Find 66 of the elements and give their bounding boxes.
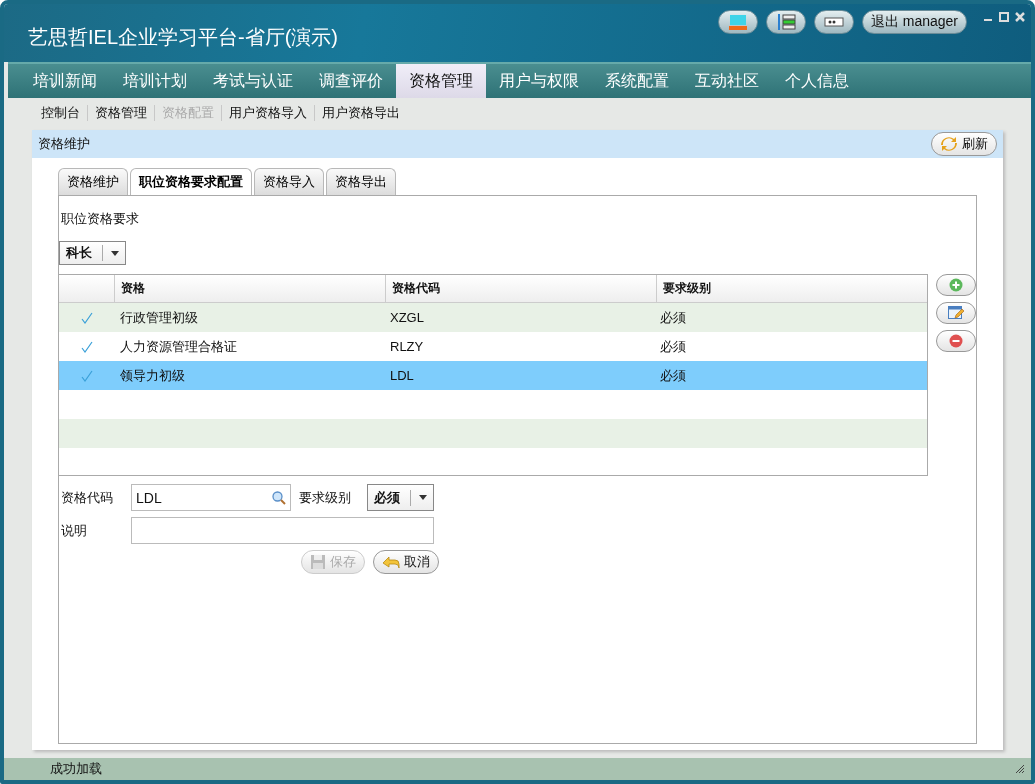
toolbar-button[interactable] [813, 10, 854, 34]
table-cell-text: RLZY [389, 338, 425, 356]
add-button[interactable] [936, 274, 976, 296]
table-cell-text: 必须 [659, 366, 687, 385]
header-cell-text: 要求级别 [662, 280, 712, 297]
table-cell-text: LDL [389, 367, 415, 385]
table-row[interactable]: 领导力初级 LDL 必须 [59, 361, 927, 390]
table-row[interactable]: 人力资源管理合格证 RLZY 必须 [59, 332, 927, 361]
save-icon [310, 554, 326, 570]
edit-button[interactable] [936, 302, 976, 324]
toolbar-button[interactable] [765, 10, 806, 34]
cancel-button[interactable]: 取消 [373, 550, 439, 574]
code-field[interactable]: LDL [131, 484, 291, 511]
note-field[interactable] [131, 517, 434, 544]
tab[interactable]: 资格导入 [254, 168, 324, 195]
nav-tab[interactable]: 调查评价 [306, 64, 396, 98]
position-label: 职位资格要求 [61, 210, 140, 228]
subnav-link[interactable]: 用户资格导入 [225, 104, 311, 122]
code-label: 资格代码 [61, 488, 114, 507]
panel-title: 资格维护 [38, 135, 90, 153]
caret-icon [111, 250, 119, 256]
logo-icon [727, 13, 748, 31]
level-dropdown[interactable]: 必须 [367, 484, 434, 511]
delete-button[interactable] [936, 330, 976, 352]
table-cell-text: 领导力初级 [119, 366, 186, 385]
nav-tab[interactable]: 资格管理 [396, 64, 486, 98]
table-cell-text: 必须 [659, 337, 687, 356]
back-arrow-icon [382, 555, 400, 569]
nav-tab[interactable]: 互动社区 [682, 64, 772, 98]
nav-tab[interactable]: 培训计划 [110, 64, 200, 98]
header-cell: 资格 [115, 275, 386, 302]
nav-tab[interactable]: 系统配置 [592, 64, 682, 98]
maximize-icon[interactable] [999, 12, 1009, 22]
table-row[interactable]: 行政管理初级 XZGL 必须 [59, 303, 927, 332]
nav-tab[interactable]: 个人信息 [772, 64, 862, 98]
subnav-link[interactable]: 资格管理 [91, 104, 151, 122]
add-icon [949, 278, 963, 292]
nav-tab[interactable]: 用户与权限 [486, 64, 592, 98]
subnav-link[interactable]: 控制台 [37, 104, 84, 122]
close-icon[interactable] [1015, 12, 1025, 22]
card-icon [823, 17, 844, 27]
level-label: 要求级别 [299, 488, 351, 507]
logout-button[interactable]: 退出 manager [861, 10, 967, 34]
table-cell-text: 人力资源管理合格证 [119, 337, 238, 356]
note-label: 说明 [61, 521, 88, 540]
caret-icon [419, 495, 427, 500]
tab[interactable]: 职位资格要求配置 [130, 168, 252, 195]
nav-tab[interactable]: 考试与认证 [200, 64, 306, 98]
search-icon [272, 490, 286, 505]
refresh-icon [940, 136, 958, 152]
table-cell-text: 必须 [659, 308, 687, 327]
remove-icon [949, 334, 963, 348]
status-text: 成功加载 [50, 760, 102, 778]
subnav-link[interactable]: 用户资格导出 [318, 104, 404, 122]
position-dropdown[interactable]: 科长 [59, 241, 126, 265]
table-cell-text: 行政管理初级 [119, 308, 199, 327]
edit-icon [948, 306, 964, 320]
window-title: 艺思哲IEL企业学习平台-省厅(演示) [28, 25, 338, 50]
tab[interactable]: 资格导出 [326, 168, 396, 195]
nav-tab[interactable]: 培训新闻 [20, 64, 110, 98]
logo-button[interactable] [717, 10, 758, 34]
resize-grip-icon[interactable] [1015, 764, 1025, 774]
tab[interactable]: 资格维护 [58, 168, 128, 195]
header-cell: 资格代码 [386, 275, 657, 302]
table-cell-text: XZGL [389, 309, 425, 327]
refresh-button[interactable]: 刷新 [931, 132, 997, 156]
